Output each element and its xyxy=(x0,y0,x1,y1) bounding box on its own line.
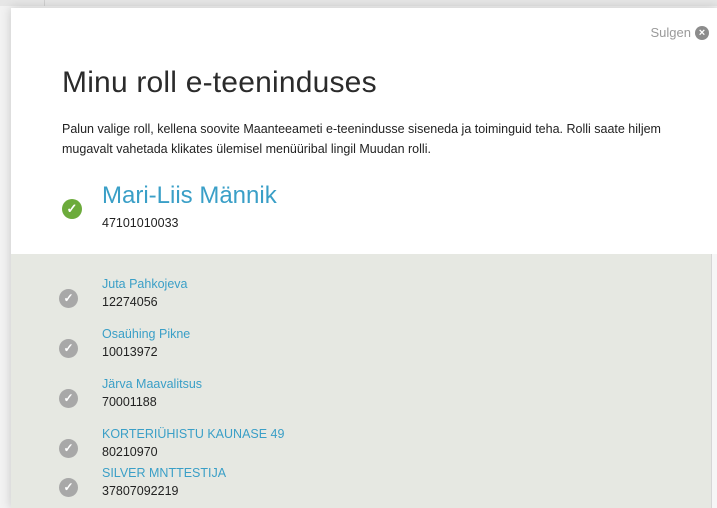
selected-check-icon: ✓ xyxy=(62,199,82,219)
check-icon: ✓ xyxy=(59,389,78,408)
current-role-name[interactable]: Mari-Liis Männik xyxy=(102,182,277,210)
current-role-code: 47101010033 xyxy=(102,216,179,230)
role-code: 12274056 xyxy=(102,295,158,309)
dialog-intro-text: Palun valige roll, kellena soovite Maant… xyxy=(62,122,661,156)
role-item[interactable]: ✓ SILVER MNTTESTIJA 37807092219 xyxy=(59,466,459,506)
role-item[interactable]: ✓ Osaühing Pikne 10013972 xyxy=(59,327,459,367)
dialog-title: Minu roll e-teeninduses xyxy=(62,66,377,99)
page-header-backdrop xyxy=(0,0,717,6)
check-icon: ✓ xyxy=(59,439,78,458)
backdrop-divider xyxy=(44,0,45,6)
close-icon[interactable]: × xyxy=(695,25,709,40)
role-selection-dialog: Sulgen × Minu roll e-teeninduses Palun v… xyxy=(11,8,717,508)
role-code: 37807092219 xyxy=(102,484,179,498)
role-name[interactable]: Järva Maavalitsus xyxy=(102,377,202,391)
role-name[interactable]: KORTERIÜHISTU KAUNASE 49 xyxy=(102,427,284,441)
check-icon: ✓ xyxy=(59,339,78,358)
role-name[interactable]: Juta Pahkojeva xyxy=(102,277,187,291)
check-icon: ✓ xyxy=(59,478,78,497)
role-code: 70001188 xyxy=(102,395,157,409)
role-item[interactable]: ✓ KORTERIÜHISTU KAUNASE 49 80210970 xyxy=(59,427,459,467)
role-name[interactable]: Osaühing Pikne xyxy=(102,327,190,341)
role-name[interactable]: SILVER MNTTESTIJA xyxy=(102,466,226,480)
role-code: 80210970 xyxy=(102,445,158,459)
role-item[interactable]: ✓ Järva Maavalitsus 70001188 xyxy=(59,377,459,417)
close-label: Sulgen xyxy=(650,25,691,40)
role-code: 10013972 xyxy=(102,345,158,359)
close-button[interactable]: Sulgen × xyxy=(651,25,709,40)
list-scrollbar[interactable] xyxy=(711,254,717,508)
role-list: ✓ Juta Pahkojeva 12274056 ✓ Osaühing Pik… xyxy=(11,254,717,508)
check-icon: ✓ xyxy=(59,289,78,308)
role-item[interactable]: ✓ Juta Pahkojeva 12274056 xyxy=(59,277,459,317)
